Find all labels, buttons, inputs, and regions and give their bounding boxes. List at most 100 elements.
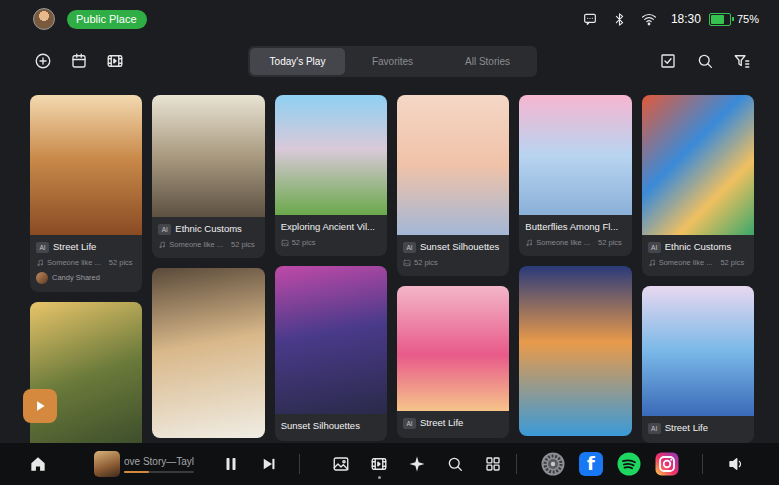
- user-avatar[interactable]: [33, 8, 55, 30]
- search-icon[interactable]: [696, 52, 714, 70]
- tab-group: Today's PlayFavoritesAll Stories: [248, 46, 537, 77]
- story-cover[interactable]: [642, 286, 754, 416]
- story-card[interactable]: [152, 268, 264, 438]
- pic-count: 52 pics: [231, 240, 255, 250]
- pic-count: 52 pics: [109, 258, 133, 268]
- pic-count: 52 pics: [598, 238, 622, 248]
- clock: 18:30: [671, 12, 701, 26]
- story-card[interactable]: [519, 266, 631, 436]
- story-title: Street Life: [53, 240, 96, 254]
- home-icon[interactable]: [28, 454, 48, 474]
- grid-column: AIEthnic CustomsSomeone like ...52 picsA…: [642, 95, 754, 443]
- story-cover[interactable]: [397, 286, 509, 411]
- grid-icon[interactable]: [484, 455, 502, 473]
- facebook-icon[interactable]: f: [579, 452, 603, 476]
- ai-badge: AI: [648, 242, 661, 253]
- album-art[interactable]: [94, 451, 120, 477]
- tab[interactable]: All Stories: [440, 48, 535, 75]
- ai-badge: AI: [648, 423, 661, 434]
- story-meta: 52 pics: [403, 258, 503, 268]
- pic-count: 52 pics: [720, 258, 744, 268]
- story-title: Exploring Ancient Vil...: [281, 220, 375, 234]
- ai-badge: AI: [403, 242, 416, 253]
- story-title: Street Life: [420, 416, 463, 430]
- grid-column: Exploring Ancient Vil... 52 pics Sunset Si…: [275, 95, 387, 443]
- song-name: Someone like ...: [536, 238, 590, 248]
- film-icon[interactable]: [370, 455, 388, 473]
- story-card[interactable]: AIStreet LifeSomeone like ...52 picsCand…: [30, 95, 142, 292]
- nav-item[interactable]: [322, 455, 360, 479]
- battery: 75%: [709, 13, 759, 26]
- story-card[interactable]: Sunset Silhouettes: [275, 266, 387, 441]
- dock: ove Story—Taylf: [0, 443, 779, 485]
- spotify-icon[interactable]: [617, 452, 641, 476]
- story-cover[interactable]: [642, 95, 754, 235]
- message-icon[interactable]: [582, 11, 598, 27]
- battery-fill: [711, 15, 725, 24]
- ai-badge: AI: [403, 418, 416, 429]
- story-meta: 52 pics: [281, 238, 381, 248]
- music-icon: [36, 259, 44, 267]
- gallery-icon[interactable]: [332, 455, 350, 473]
- facebook-glyph: f: [587, 452, 595, 476]
- story-cover[interactable]: [519, 266, 631, 436]
- story-cover[interactable]: [152, 95, 264, 217]
- story-meta: Someone like ... 52 pics: [158, 240, 258, 250]
- story-card[interactable]: AI Street Life: [397, 286, 509, 438]
- next-icon[interactable]: [260, 455, 278, 473]
- story-title: Ethnic Customs: [665, 240, 732, 254]
- pic-count: 52 pics: [414, 258, 438, 268]
- image-icon: [281, 239, 289, 247]
- nav-item[interactable]: [436, 455, 474, 479]
- story-card[interactable]: Butterflies Among Fl... Someone like ... 5…: [519, 95, 631, 256]
- story-cover[interactable]: [30, 95, 142, 235]
- story-title: Sunset Silhouettes: [281, 419, 360, 433]
- song-name: Someone like ...: [47, 258, 101, 268]
- progress-track[interactable]: [124, 471, 194, 473]
- story-card[interactable]: AISunset Silhouettes52 pics: [397, 95, 509, 276]
- calendar-icon[interactable]: [70, 52, 88, 70]
- search-icon[interactable]: [446, 455, 464, 473]
- music-icon: [158, 241, 166, 249]
- volume-icon[interactable]: [727, 455, 745, 473]
- filter-icon[interactable]: [733, 52, 751, 70]
- instagram-icon[interactable]: [655, 452, 679, 476]
- ai-badge: AI: [36, 242, 49, 253]
- settings-icon[interactable]: [541, 452, 565, 476]
- story-card[interactable]: Exploring Ancient Vil... 52 pics: [275, 95, 387, 256]
- bluetooth-icon[interactable]: [612, 12, 627, 27]
- nav-item[interactable]: [360, 455, 398, 479]
- story-cover[interactable]: [152, 268, 264, 438]
- story-meta: Someone like ... 52 pics: [525, 238, 625, 248]
- story-cover[interactable]: [397, 95, 509, 235]
- story-cover[interactable]: [275, 95, 387, 215]
- nav-item[interactable]: [398, 455, 436, 479]
- location-badge[interactable]: Public Place: [67, 10, 147, 29]
- sharer-avatar: [36, 272, 48, 284]
- select-icon[interactable]: [659, 52, 677, 70]
- nav-item[interactable]: [474, 455, 512, 479]
- status-bar: Public Place 18:30 75%: [0, 0, 779, 38]
- story-cover[interactable]: [275, 266, 387, 414]
- story-meta: Someone like ...52 pics: [648, 258, 748, 268]
- tab[interactable]: Today's Play: [250, 48, 345, 75]
- tab[interactable]: Favorites: [345, 48, 440, 75]
- story-card[interactable]: AIEthnic CustomsSomeone like ...52 pics: [152, 95, 264, 258]
- story-title: Butterflies Among Fl...: [525, 220, 618, 234]
- sparkle-icon[interactable]: [408, 455, 426, 473]
- story-card[interactable]: AI Street Life: [642, 286, 754, 443]
- add-icon[interactable]: [34, 52, 52, 70]
- pic-count: 52 pics: [292, 238, 316, 248]
- active-dot: [378, 476, 381, 479]
- story-meta: Someone like ... 52 pics: [36, 258, 136, 268]
- story-card[interactable]: AI Ethnic Customs Someone like ...52 pics: [642, 95, 754, 276]
- song-name: Someone like ...: [169, 240, 223, 250]
- story-cover[interactable]: [519, 95, 631, 215]
- pause-icon[interactable]: [222, 455, 240, 473]
- play-button[interactable]: [23, 389, 57, 423]
- story-title: Ethnic Customs: [175, 222, 242, 236]
- film-icon[interactable]: [106, 52, 124, 70]
- story-title: Street Life: [665, 421, 708, 435]
- battery-text: 75%: [737, 13, 759, 25]
- wifi-icon[interactable]: [641, 11, 657, 27]
